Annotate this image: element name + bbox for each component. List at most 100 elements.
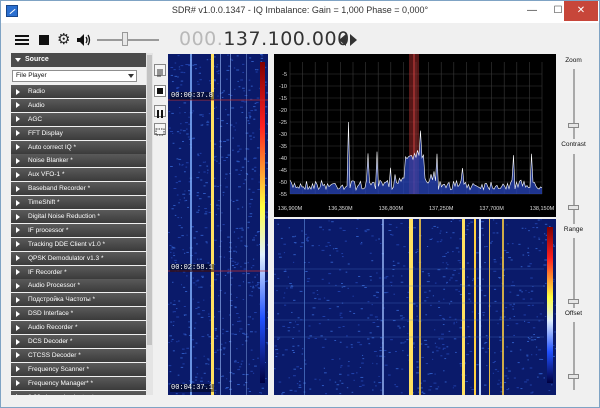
range-slider-thumb[interactable] bbox=[568, 299, 579, 304]
plugin-item[interactable]: IF processor * bbox=[11, 223, 146, 237]
plugin-item[interactable]: Audio Processor * bbox=[11, 279, 146, 293]
plugin-item[interactable]: Audio Recorder * bbox=[11, 321, 146, 335]
plugin-item[interactable]: Noise Blanker * bbox=[11, 154, 146, 168]
waterfall-noise bbox=[243, 90, 246, 92]
tune-arrows-icon[interactable] bbox=[339, 34, 357, 46]
waterfall-noise bbox=[233, 231, 236, 233]
waterfall-noise bbox=[223, 353, 225, 355]
gear-icon[interactable]: ⚙ bbox=[57, 32, 70, 47]
waterfall-noise bbox=[435, 388, 439, 390]
waterfall-noise bbox=[231, 260, 235, 262]
waterfall-noise bbox=[492, 232, 496, 234]
plugin-item[interactable]: Baseband Recorder * bbox=[11, 182, 146, 196]
waterfall-noise bbox=[175, 182, 178, 184]
plugin-item[interactable]: IF Recorder * bbox=[11, 265, 146, 279]
waterfall-noise bbox=[205, 363, 208, 365]
notes-button[interactable] bbox=[154, 64, 166, 77]
plugin-item[interactable]: QPSK Demodulator v1.3 * bbox=[11, 251, 146, 265]
waterfall-noise bbox=[184, 334, 187, 336]
main-waterfall[interactable] bbox=[274, 219, 556, 395]
plugin-item[interactable]: DCS Decoder * bbox=[11, 335, 146, 349]
range-label: Range bbox=[563, 226, 584, 233]
scrollbar-thumb[interactable] bbox=[147, 55, 152, 345]
waterfall-noise bbox=[180, 227, 183, 229]
zoom-label: Zoom bbox=[565, 57, 582, 64]
waterfall-noise bbox=[226, 78, 228, 80]
close-button[interactable]: ✕ bbox=[564, 1, 598, 21]
waterfall-noise bbox=[215, 350, 217, 352]
menu-icon[interactable] bbox=[15, 35, 29, 46]
history-waterfall[interactable]: 00:00:37.8 00:02:58.1 00:04:37.1 bbox=[168, 54, 268, 395]
plugin-scrollbar[interactable] bbox=[146, 53, 153, 395]
plugin-item[interactable]: FFT Display bbox=[11, 126, 146, 140]
plugin-item[interactable]: TimeShift * bbox=[11, 196, 146, 210]
waterfall-noise bbox=[170, 248, 173, 250]
spectrum-analyzer[interactable]: -5 -10 -15 -20 -25 -30 -35 -40 -45 -50 -55 136,900M… bbox=[274, 54, 556, 217]
zoom-slider-thumb[interactable] bbox=[568, 123, 579, 128]
waterfall-noise bbox=[171, 338, 174, 340]
waterfall-noise bbox=[288, 227, 290, 229]
minimize-button[interactable]: — bbox=[519, 1, 545, 21]
waterfall-noise bbox=[233, 267, 236, 269]
y-tick-label: -45 bbox=[279, 168, 287, 174]
stop-icon[interactable] bbox=[39, 35, 49, 45]
frequency-display[interactable]: 000.137.100.000 bbox=[179, 28, 350, 50]
waterfall-noise bbox=[275, 356, 278, 358]
fit-button[interactable] bbox=[154, 123, 166, 136]
offset-slider-thumb[interactable] bbox=[568, 374, 579, 380]
waterfall-noise bbox=[433, 225, 436, 227]
plugin-item[interactable]: Frequency Manager* * bbox=[11, 376, 146, 390]
range-slider[interactable] bbox=[573, 238, 575, 308]
plugin-item[interactable]: 8.33 channel selector * bbox=[11, 390, 146, 395]
source-header[interactable]: Source bbox=[11, 53, 146, 67]
waterfall-noise bbox=[536, 316, 538, 318]
source-select[interactable]: File Player bbox=[12, 70, 137, 82]
plugin-item[interactable]: Aux VFO-1 * bbox=[11, 168, 146, 182]
waterfall-noise bbox=[234, 88, 236, 90]
waterfall-noise bbox=[180, 80, 184, 82]
waterfall-noise bbox=[469, 300, 472, 302]
waterfall-noise bbox=[324, 338, 327, 340]
contrast-slider[interactable] bbox=[573, 154, 575, 224]
speaker-icon[interactable] bbox=[77, 34, 91, 46]
plugin-item[interactable]: Auto correct IQ * bbox=[11, 140, 146, 154]
plugin-item[interactable]: Audio bbox=[11, 98, 146, 112]
plugin-item[interactable]: DSD Interface * bbox=[11, 307, 146, 321]
waterfall-noise bbox=[485, 365, 488, 367]
plugin-item[interactable]: Frequency Scanner * bbox=[11, 362, 146, 376]
waterfall-noise bbox=[267, 317, 268, 319]
waterfall-noise bbox=[287, 327, 291, 329]
waterfall-noise bbox=[482, 278, 484, 280]
plugin-item[interactable]: Digital Noise Reduction * bbox=[11, 210, 146, 224]
waterfall-noise bbox=[214, 351, 217, 353]
pause-button[interactable] bbox=[154, 105, 166, 118]
waterfall-noise bbox=[202, 115, 204, 117]
contrast-slider-thumb[interactable] bbox=[568, 204, 579, 210]
plugin-item[interactable]: Подстройка Частоты * bbox=[11, 293, 146, 307]
waterfall-noise bbox=[334, 381, 337, 383]
waterfall-noise bbox=[247, 388, 250, 390]
waterfall-noise bbox=[238, 285, 242, 287]
plugin-item[interactable]: Tracking DDE Client v1.0 * bbox=[11, 237, 146, 251]
waterfall-noise bbox=[242, 183, 245, 185]
volume-slider-thumb[interactable] bbox=[121, 32, 128, 46]
expand-icon bbox=[16, 102, 20, 109]
waterfall-noise bbox=[346, 335, 348, 337]
record-stop-button[interactable] bbox=[154, 85, 166, 97]
plugin-item-label: Frequency Manager* * bbox=[28, 379, 94, 387]
waterfall-noise bbox=[236, 348, 238, 350]
plugin-item[interactable]: Radio bbox=[11, 85, 146, 98]
waterfall-noise bbox=[454, 318, 457, 320]
waterfall-noise bbox=[307, 278, 311, 280]
zoom-slider[interactable] bbox=[573, 69, 575, 139]
offset-slider[interactable] bbox=[573, 322, 575, 390]
waterfall-noise bbox=[277, 337, 281, 339]
history-waterfall-image bbox=[168, 54, 268, 395]
volume-slider-track[interactable] bbox=[97, 39, 159, 41]
waterfall-noise bbox=[261, 387, 265, 389]
waterfall-noise bbox=[312, 292, 315, 294]
waterfall-noise bbox=[227, 154, 231, 156]
plugin-item[interactable]: AGC bbox=[11, 112, 146, 126]
plugin-item[interactable]: CTCSS Decoder * bbox=[11, 348, 146, 362]
waterfall-noise bbox=[178, 106, 181, 108]
